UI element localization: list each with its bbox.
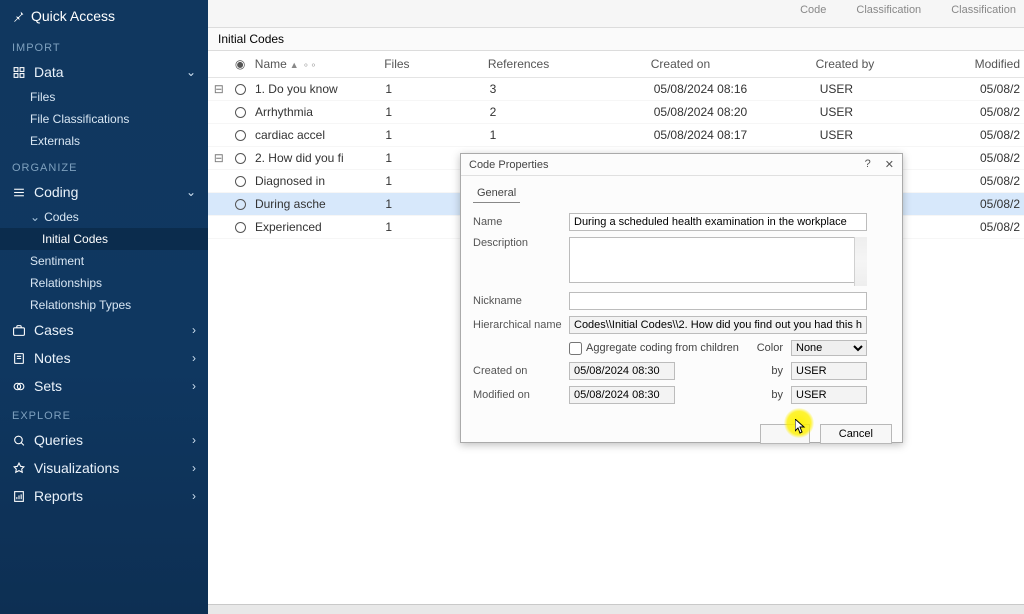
chevron-down-icon: ⌄ [30,210,40,224]
nav-cases-label: Cases [34,322,74,338]
nav-files[interactable]: Files [0,86,208,108]
table-row[interactable]: cardiac accel1105/08/2024 08:17USER05/08… [208,124,1024,147]
chevron-right-icon: › [192,323,196,337]
nav-coding-label: Coding [34,184,78,200]
chevron-down-icon: ⌄ [186,65,196,79]
color-select[interactable]: None [791,340,867,356]
quick-access-label: Quick Access [31,8,115,24]
nav-queries-label: Queries [34,432,83,448]
label-color: Color [757,342,783,354]
label-hierarchical: Hierarchical name [473,319,569,331]
chevron-right-icon: › [192,351,196,365]
nickname-input[interactable] [569,292,867,310]
note-icon [12,352,26,365]
nav-coding[interactable]: Coding ⌄ [0,178,208,206]
nav-sentiment[interactable]: Sentiment [0,250,208,272]
report-icon [12,490,26,503]
column-created-on[interactable]: Created on [647,57,812,71]
section-import: IMPORT [0,32,208,58]
chevron-right-icon: › [192,461,196,475]
nav-queries[interactable]: Queries › [0,426,208,454]
quick-access-header[interactable]: Quick Access [0,0,208,32]
label-created-by: by [771,365,783,377]
nav-relationship-types[interactable]: Relationship Types [0,294,208,316]
name-input[interactable] [569,213,867,231]
table-row[interactable]: ⊟1. Do you know1305/08/2024 08:16USER05/… [208,78,1024,101]
sets-icon [12,380,26,393]
viz-icon [12,462,26,475]
nav-visualizations[interactable]: Visualizations › [0,454,208,482]
code-properties-dialog: Code Properties ? ✕ General Name Descrip… [460,153,903,443]
ok-button[interactable] [760,424,810,444]
top-col-class2: Classification [951,4,1016,16]
label-modified-on: Modified on [473,389,569,401]
nav-relationships[interactable]: Relationships [0,272,208,294]
grid-icon [12,66,26,79]
nav-file-classifications[interactable]: File Classifications [0,108,208,130]
chevron-down-icon: ⌄ [186,185,196,199]
sidebar: Quick Access IMPORT Data ⌄ Files File Cl… [0,0,208,614]
chevron-right-icon: › [192,379,196,393]
nav-cases[interactable]: Cases › [0,316,208,344]
hierarchical-name-field [569,316,867,334]
dialog-titlebar[interactable]: Code Properties ? ✕ [461,154,902,176]
column-name[interactable]: Name▲ ⚬⚬ [251,57,380,71]
description-input[interactable] [569,237,867,283]
chevron-right-icon: › [192,433,196,447]
column-created-by[interactable]: Created by [812,57,971,71]
nav-reports[interactable]: Reports › [0,482,208,510]
column-files[interactable]: Files [380,57,484,71]
nav-reports-label: Reports [34,488,83,504]
nav-sets[interactable]: Sets › [0,372,208,400]
label-created-on: Created on [473,365,569,377]
created-by-field [791,362,867,380]
chevron-right-icon: › [192,489,196,503]
pin-icon [12,10,25,23]
section-organize: ORGANIZE [0,152,208,178]
nav-externals[interactable]: Externals [0,130,208,152]
label-description: Description [473,237,569,249]
top-col-code: Code [800,4,826,16]
briefcase-icon [12,324,26,337]
modified-on-field [569,386,675,404]
nav-notes[interactable]: Notes › [0,344,208,372]
status-bar [208,604,1024,614]
nav-codes[interactable]: ⌄Codes [0,206,208,228]
dialog-title: Code Properties [469,159,549,171]
search-icon [12,434,26,447]
label-modified-by: by [771,389,783,401]
table-header: ◉ Name▲ ⚬⚬ Files References Created on C… [208,51,1024,78]
label-aggregate: Aggregate coding from children [586,342,739,354]
sheet-title: Initial Codes [208,28,1024,51]
label-name: Name [473,216,569,228]
top-col-class1: Classification [856,4,921,16]
nav-data[interactable]: Data ⌄ [0,58,208,86]
nav-data-label: Data [34,64,64,80]
column-marker[interactable]: ◉ [229,57,250,71]
column-references[interactable]: References [484,57,647,71]
cancel-button[interactable]: Cancel [820,424,892,444]
coding-icon [12,186,26,199]
modified-by-field [791,386,867,404]
close-icon[interactable]: ✕ [885,158,894,171]
table-row[interactable]: Arrhythmia1205/08/2024 08:20USER05/08/2 [208,101,1024,124]
created-on-field [569,362,675,380]
tab-general[interactable]: General [473,184,520,203]
aggregate-checkbox[interactable] [569,342,582,355]
column-modified[interactable]: Modified [971,57,1024,71]
nav-viz-label: Visualizations [34,460,119,476]
nav-initial-codes[interactable]: Initial Codes [0,228,208,250]
ribbon-strip: Code Classification Classification [208,0,1024,28]
nav-notes-label: Notes [34,350,71,366]
nav-sets-label: Sets [34,378,62,394]
section-explore: EXPLORE [0,400,208,426]
label-nickname: Nickname [473,295,569,307]
help-icon[interactable]: ? [865,158,871,171]
